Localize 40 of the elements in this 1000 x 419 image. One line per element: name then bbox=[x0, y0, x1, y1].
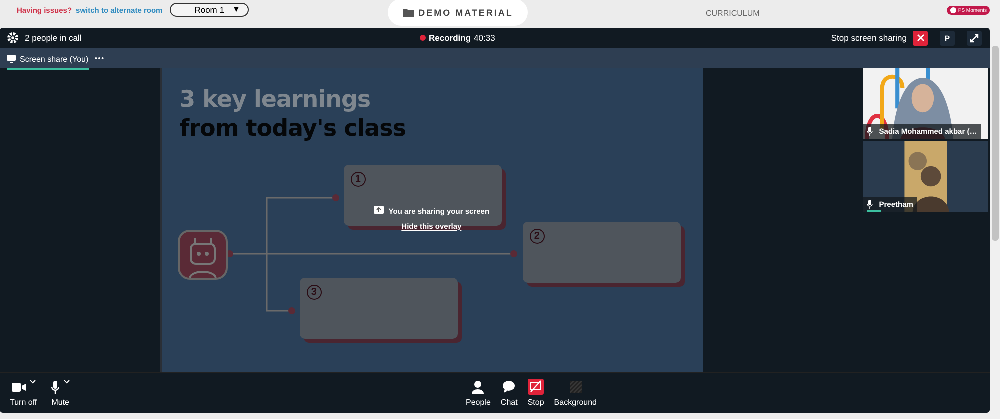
microphone-icon bbox=[867, 200, 874, 209]
control-button[interactable]: Mute bbox=[51, 379, 70, 407]
fullscreen-icon bbox=[970, 34, 979, 42]
slide-title: 3 key learnings bbox=[180, 86, 372, 115]
caret-icon bbox=[30, 380, 36, 384]
people-count: 2 people in call bbox=[25, 33, 82, 43]
recording-time: 40:33 bbox=[474, 33, 496, 43]
card-number: 1 bbox=[350, 172, 366, 187]
camera-icon bbox=[12, 382, 26, 392]
card-number: 3 bbox=[306, 285, 322, 300]
control-button[interactable]: Stop bbox=[528, 379, 544, 407]
scrollbar[interactable] bbox=[990, 0, 1000, 419]
control-button[interactable]: Turn off bbox=[10, 379, 38, 407]
person-icon bbox=[472, 380, 484, 394]
microphone-icon bbox=[867, 127, 874, 136]
fullscreen-button[interactable] bbox=[967, 30, 982, 46]
settings-icon[interactable] bbox=[7, 32, 19, 44]
background-icon bbox=[570, 381, 582, 393]
card-number: 2 bbox=[530, 229, 545, 244]
control-button[interactable]: People bbox=[466, 379, 491, 407]
stop-sharing-button[interactable] bbox=[913, 30, 928, 46]
screen-share-icon bbox=[7, 55, 16, 63]
close-icon bbox=[916, 34, 924, 42]
folder-icon bbox=[402, 8, 414, 17]
microphone-icon bbox=[51, 380, 60, 394]
screen-share-icon bbox=[374, 206, 384, 216]
recording-label: Recording bbox=[429, 33, 472, 43]
tab[interactable]: DEMO MATERIAL bbox=[388, 0, 528, 26]
robot-icon bbox=[178, 230, 228, 280]
control-button[interactable]: Background bbox=[554, 379, 597, 407]
room-select[interactable]: Room 1 ▼ bbox=[170, 3, 250, 17]
tab[interactable]: CURRICULUM bbox=[706, 0, 760, 26]
caret-icon bbox=[64, 380, 70, 384]
slide-title: from today's class bbox=[180, 115, 406, 144]
stop-sharing-icon bbox=[528, 379, 544, 395]
chat-icon bbox=[503, 381, 516, 393]
more-icon[interactable] bbox=[94, 56, 104, 60]
stop-sharing-label: Stop screen sharing bbox=[831, 33, 907, 43]
screen-share-tab[interactable]: Screen share (You) bbox=[7, 50, 89, 70]
control-button[interactable]: Chat bbox=[500, 379, 518, 407]
